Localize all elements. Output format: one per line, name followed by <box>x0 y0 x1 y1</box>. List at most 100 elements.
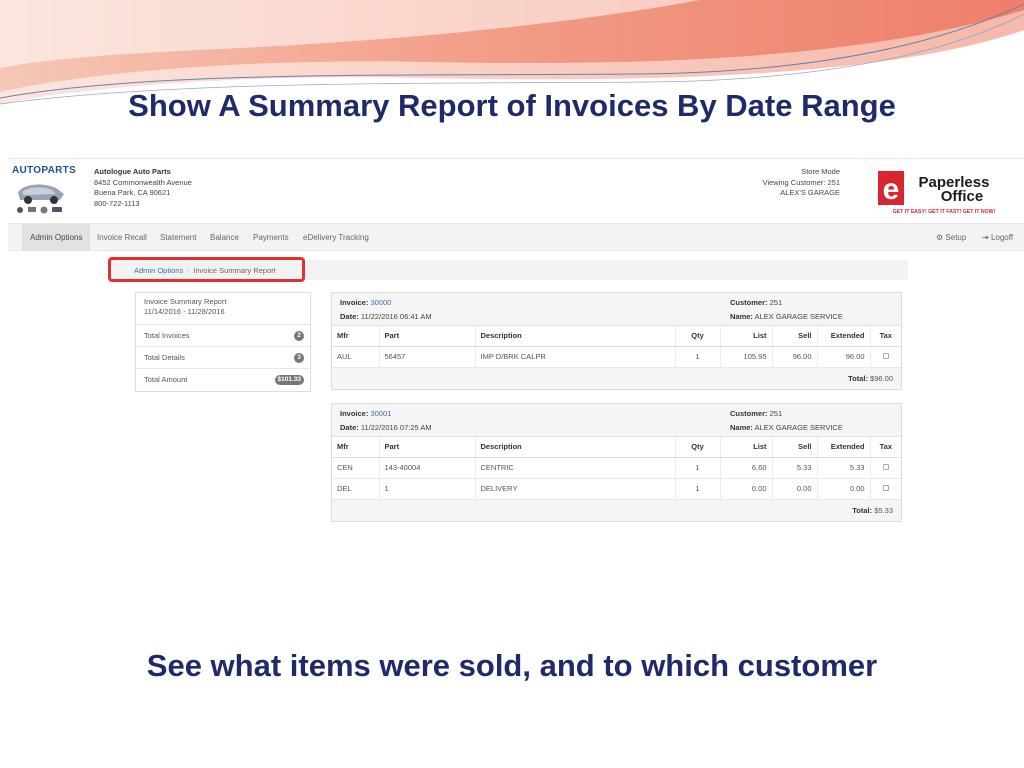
setup-link[interactable]: ⚙ Setup <box>936 224 966 251</box>
logo-tagline: GET IT EASY! GET IT FAST! GET IT NOW! <box>893 209 996 215</box>
nav-statement[interactable]: Statement <box>160 224 196 251</box>
table-header-row: Mfr Part Description Qty List Sell Exten… <box>332 437 901 458</box>
invoice-label: Invoice: <box>340 298 369 307</box>
cell-qty: 1 <box>675 457 721 479</box>
nav-balance[interactable]: Balance <box>210 224 239 251</box>
invoice-customer: 251 <box>769 298 783 307</box>
summary-row-total-amount: Total Amount $101.33 <box>136 369 310 391</box>
cell-mfr: CEN <box>332 457 380 479</box>
col-tax: Tax <box>870 437 901 458</box>
breadcrumb-admin-options[interactable]: Admin Options <box>134 266 183 275</box>
logoff-icon: ⇥ <box>982 233 989 242</box>
cell-extended: 5.33 <box>817 457 871 479</box>
customer-label: Customer: <box>730 298 768 307</box>
nav-edelivery-tracking[interactable]: eDelivery Tracking <box>303 224 369 251</box>
invoice-header: Invoice: 30001 Date: 11/22/2016 07:25 AM… <box>332 404 901 437</box>
store-phone: 800-722-1113 <box>94 198 140 208</box>
col-sell: Sell <box>772 437 818 458</box>
name-label: Name: <box>730 312 753 321</box>
cell-list: 105.95 <box>720 346 773 368</box>
cell-extended: 96.00 <box>817 346 871 368</box>
setup-label: Setup <box>945 233 967 242</box>
cell-description: DELIVERY <box>475 478 676 500</box>
tax-checkbox[interactable] <box>882 353 889 359</box>
store-name: Autologue Auto Parts <box>94 167 171 176</box>
main-nav: Admin Options Invoice Recall Statement B… <box>8 223 1024 251</box>
cell-tax <box>870 346 901 368</box>
invoice-customer-name: ALEX GARAGE SERVICE <box>754 423 843 432</box>
cell-list: 6.60 <box>720 457 773 479</box>
epaperless-office-logo: e Paperless Office GET IT EASY! GET IT F… <box>878 171 996 215</box>
logoff-link[interactable]: ⇥ Logoff <box>982 224 1013 251</box>
col-list: List <box>720 326 773 347</box>
invoice-number-link[interactable]: 30000 <box>370 298 391 307</box>
store-address-1: 8452 Commonwealth Avenue <box>94 177 192 187</box>
invoice-total: Total: $5.33 <box>332 499 901 521</box>
cell-sell: 96.00 <box>772 346 818 368</box>
col-description: Description <box>475 437 676 458</box>
logo-letter: e <box>883 173 900 206</box>
slide-caption: See what items were sold, and to which c… <box>146 648 878 683</box>
tax-checkbox[interactable] <box>882 464 889 470</box>
cell-part: 143-40004 <box>379 457 476 479</box>
invoice-lines-table: Mfr Part Description Qty List Sell Exten… <box>332 326 901 368</box>
summary-label: Total Details <box>144 353 185 362</box>
total-value: $96.00 <box>870 373 893 383</box>
customer-name: ALEX'S GARAGE <box>780 188 840 197</box>
nav-payments[interactable]: Payments <box>253 224 289 251</box>
gear-icon: ⚙ <box>936 233 944 242</box>
nav-invoice-recall[interactable]: Invoice Recall <box>97 224 147 251</box>
slide-title: Show A Summary Report of Invoices By Dat… <box>128 88 896 123</box>
cell-description: CENTRIC <box>475 457 676 479</box>
store-address-2: Buena Park, CA 90621 <box>94 188 171 197</box>
col-mfr: Mfr <box>332 437 380 458</box>
col-extended: Extended <box>817 326 871 347</box>
logo-line2: Office <box>941 188 984 205</box>
col-sell: Sell <box>772 326 818 347</box>
amount-badge: $101.33 <box>274 375 304 385</box>
col-qty: Qty <box>675 326 721 347</box>
app-header: AUTOPARTS Autologue Auto Parts 8452 Comm… <box>8 159 1024 223</box>
total-value: $5.33 <box>874 505 893 515</box>
total-label: Total: <box>848 373 868 383</box>
col-extended: Extended <box>817 437 871 458</box>
summary-row-total-details: Total Details 3 <box>136 347 310 369</box>
name-label: Name: <box>730 423 753 432</box>
summary-row-total-invoices: Total Invoices 2 <box>136 325 310 347</box>
cell-extended: 0.00 <box>817 478 871 500</box>
invoice-panel: Invoice: 30000 Date: 11/22/2016 06:41 AM… <box>331 292 902 390</box>
tax-checkbox[interactable] <box>882 485 889 491</box>
app-screenshot: AUTOPARTS Autologue Auto Parts 8452 Comm… <box>8 158 1024 540</box>
logoff-label: Logoff <box>990 233 1014 242</box>
cell-description: IMP D/BRK CALPR <box>475 346 676 368</box>
invoice-number-link[interactable]: 30001 <box>370 409 391 418</box>
summary-label: Total Invoices <box>144 331 190 340</box>
total-label: Total: <box>852 505 873 515</box>
invoice-lines-table: Mfr Part Description Qty List Sell Exten… <box>332 437 901 500</box>
col-part: Part <box>379 326 476 347</box>
view-info: Store Mode Viewing Customer: 251 ALEX'S … <box>763 167 840 199</box>
col-tax: Tax <box>870 326 901 347</box>
col-list: List <box>720 437 773 458</box>
cell-tax <box>870 457 901 479</box>
summary-label: Total Amount <box>144 375 188 384</box>
store-info: Autologue Auto Parts 8452 Commonwealth A… <box>94 167 192 209</box>
breadcrumb-current: Invoice Summary Report <box>193 266 276 275</box>
cell-qty: 1 <box>675 478 721 500</box>
breadcrumb: Admin Options / Invoice Summary Report <box>134 266 276 275</box>
invoice-label: Invoice: <box>340 409 369 418</box>
invoice-date: 11/22/2016 07:25 AM <box>360 423 432 432</box>
invoice-customer-name: ALEX GARAGE SERVICE <box>754 312 843 321</box>
summary-panel: Invoice Summary Report 11/14/2016 - 11/2… <box>135 292 311 392</box>
invoice-date: 11/22/2016 06:41 AM <box>360 312 432 321</box>
nav-admin-options[interactable]: Admin Options <box>22 224 91 251</box>
cell-sell: 5.33 <box>772 457 818 479</box>
autoparts-logo: AUTOPARTS <box>12 165 76 221</box>
date-label: Date: <box>340 423 359 432</box>
col-description: Description <box>475 326 676 347</box>
cell-part: 56457 <box>379 346 476 368</box>
logo-text: AUTOPARTS <box>12 165 76 176</box>
cell-qty: 1 <box>675 346 721 368</box>
col-qty: Qty <box>675 437 721 458</box>
cell-sell: 0.00 <box>772 478 818 500</box>
